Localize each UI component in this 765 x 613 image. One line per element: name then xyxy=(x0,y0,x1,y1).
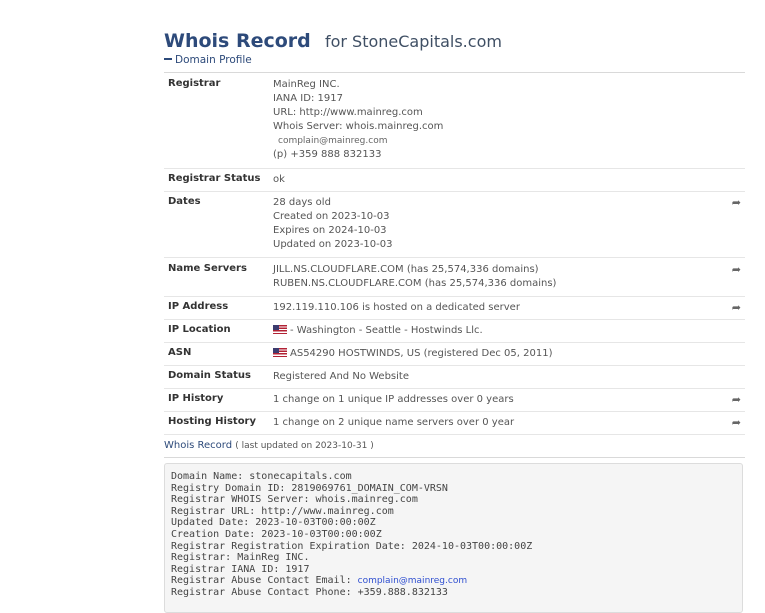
whois-record-title: Whois Record xyxy=(164,440,233,451)
row-hosting-history: Hosting History 1 change on 2 unique nam… xyxy=(164,411,745,435)
label-ip-location: IP Location xyxy=(164,319,273,343)
asn-value: AS54290 HOSTWINDS, US (registered Dec 05… xyxy=(290,348,553,359)
domain-profile-toggle[interactable]: Domain Profile xyxy=(164,54,745,73)
row-ip-location: IP Location - Washington - Seattle - Hos… xyxy=(164,319,745,343)
share-arrow-icon[interactable]: ➦ xyxy=(732,263,741,277)
label-ip-address: IP Address xyxy=(164,296,273,320)
share-arrow-icon[interactable]: ➦ xyxy=(732,393,741,407)
share-arrow-icon[interactable]: ➦ xyxy=(732,301,741,315)
raw-line: Registrar Registration Expiration Date: … xyxy=(171,540,533,552)
row-registrar: Registrar MainReg INC. IANA ID: 1917 URL… xyxy=(164,74,745,169)
raw-whois-text: Domain Name: stonecapitals.com Registry … xyxy=(164,463,743,613)
us-flag-icon xyxy=(273,348,287,357)
domain-profile-table: Registrar MainReg INC. IANA ID: 1917 URL… xyxy=(164,74,745,435)
raw-line: Updated Date: 2023-10-03T00:00:00Z xyxy=(171,517,376,529)
row-ip-history: IP History 1 change on 1 unique IP addre… xyxy=(164,388,745,412)
registrar-name: MainReg INC. xyxy=(273,79,340,90)
name-server-2: RUBEN.NS.CLOUDFLARE.COM (has 25,574,336 … xyxy=(273,278,557,289)
registrar-phone: +359 888 832133 xyxy=(290,149,382,160)
registrar-status-value: ok xyxy=(273,174,285,185)
raw-line-abuse-email: Registrar Abuse Contact Email: complain@m… xyxy=(165,575,742,587)
ip-location-value: - Washington - Seattle - Hostwinds Llc. xyxy=(290,325,483,336)
label-hosting-history: Hosting History xyxy=(164,411,273,435)
phone-prefix: (p) xyxy=(273,149,288,160)
raw-line: Registrar URL: http://www.mainreg.com xyxy=(171,505,394,517)
label-ip-history: IP History xyxy=(164,388,273,412)
page-title-main: Whois Record xyxy=(164,30,311,52)
dates-created: Created on 2023-10-03 xyxy=(273,211,390,222)
registrar-email: complain@mainreg.com xyxy=(278,136,388,146)
dates-updated: Updated on 2023-10-03 xyxy=(273,239,393,250)
dates-age: 28 days old xyxy=(273,197,331,208)
registrar-whois-server: Whois Server: whois.mainreg.com xyxy=(273,121,444,132)
domain-profile-label: Domain Profile xyxy=(175,54,252,66)
domain-status-value: Registered And No Website xyxy=(273,371,409,382)
raw-line: Registrar Abuse Contact Phone: +359.888.… xyxy=(171,586,448,598)
label-name-servers: Name Servers xyxy=(164,257,273,297)
name-server-1: JILL.NS.CLOUDFLARE.COM (has 25,574,336 d… xyxy=(273,264,539,275)
row-asn: ASN AS54290 HOSTWINDS, US (registered De… xyxy=(164,342,745,366)
raw-line: Registrar IANA ID: 1917 xyxy=(171,563,310,575)
collapse-minus-icon xyxy=(164,58,172,60)
share-arrow-icon[interactable]: ➦ xyxy=(732,196,741,210)
row-registrar-status: Registrar Status ok xyxy=(164,168,745,192)
row-ip-address: IP Address 192.119.110.106 is hosted on … xyxy=(164,296,745,320)
row-domain-status: Domain Status Registered And No Website xyxy=(164,365,745,389)
ip-address-value: 192.119.110.106 is hosted on a dedicated… xyxy=(273,302,520,313)
raw-line: Registry Domain ID: 2819069761_DOMAIN_CO… xyxy=(171,482,448,494)
abuse-email-label: Registrar Abuse Contact Email: xyxy=(171,575,352,587)
dates-expires: Expires on 2024-10-03 xyxy=(273,225,387,236)
raw-line: Registrar WHOIS Server: whois.mainreg.co… xyxy=(171,494,418,506)
row-dates: Dates 28 days old Created on 2023-10-03 … xyxy=(164,191,745,258)
raw-line: Domain Name: stonecapitals.com xyxy=(171,471,352,482)
share-arrow-icon[interactable]: ➦ xyxy=(732,416,741,430)
label-dates: Dates xyxy=(164,191,273,258)
whois-record-updated: ( last updated on 2023-10-31 ) xyxy=(235,441,374,451)
label-asn: ASN xyxy=(164,342,273,366)
page-title: Whois Record for StoneCapitals.com xyxy=(164,17,502,55)
hosting-history-value: 1 change on 2 unique name servers over 0… xyxy=(273,417,515,428)
label-registrar: Registrar xyxy=(164,74,273,169)
label-registrar-status: Registrar Status xyxy=(164,168,273,192)
raw-line: Creation Date: 2023-10-03T00:00:00Z xyxy=(171,528,382,540)
page-title-domain: for StoneCapitals.com xyxy=(324,32,502,51)
row-name-servers: Name Servers JILL.NS.CLOUDFLARE.COM (has… xyxy=(164,257,745,297)
us-flag-icon xyxy=(273,325,287,334)
registrar-url: URL: http://www.mainreg.com xyxy=(273,107,423,118)
abuse-email-link[interactable]: complain@mainreg.com xyxy=(358,576,467,586)
ip-history-value: 1 change on 1 unique IP addresses over 0… xyxy=(273,394,514,405)
divider xyxy=(164,457,745,458)
label-domain-status: Domain Status xyxy=(164,365,273,389)
registrar-iana: IANA ID: 1917 xyxy=(273,93,343,104)
raw-line: Registrar: MainReg INC. xyxy=(171,552,310,564)
whois-record-heading: Whois Record ( last updated on 2023-10-3… xyxy=(164,440,374,451)
